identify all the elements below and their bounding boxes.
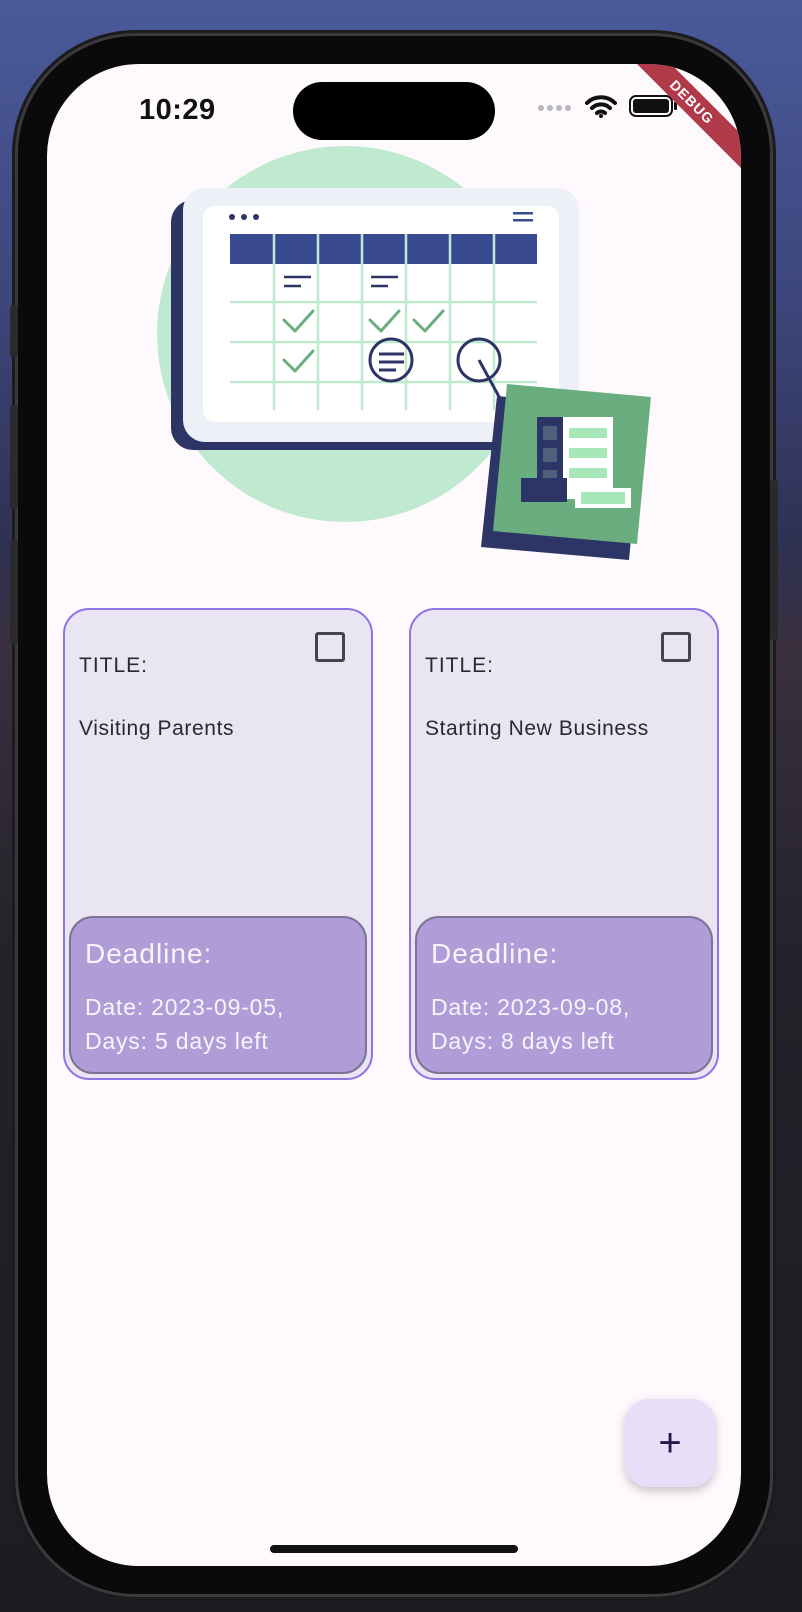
title-label: TITLE:	[79, 654, 149, 677]
task-title: Visiting Parents	[79, 717, 235, 740]
task-checkbox[interactable]	[661, 632, 691, 662]
silent-switch	[10, 305, 18, 357]
task-card[interactable]: TITLE: Starting New Business Deadline: D…	[409, 608, 719, 1080]
deadline-label: Deadline:	[85, 938, 213, 969]
plus-icon: +	[658, 1421, 682, 1465]
deadline-date: Date: 2023-09-08,	[431, 994, 631, 1020]
deadline-box: Deadline: Date: 2023-09-08, Days: 8 days…	[415, 916, 713, 1074]
home-indicator[interactable]	[270, 1545, 518, 1553]
deadline-days-left: Days: 8 days left	[431, 1028, 615, 1054]
deadline-days-left: Days: 5 days left	[85, 1028, 269, 1054]
task-grid: TITLE: Visiting Parents Deadline: Date: …	[63, 608, 723, 1080]
task-checkbox[interactable]	[315, 632, 345, 662]
app-screen: 10:29 DEBUG TITLE: Visiting Parents Dead…	[47, 64, 741, 1566]
add-task-button[interactable]: +	[625, 1399, 715, 1487]
calendar-illustration	[157, 146, 651, 560]
deadline-label: Deadline:	[431, 938, 559, 969]
volume-down-button	[10, 540, 18, 644]
power-button	[770, 480, 778, 640]
volume-up-button	[10, 405, 18, 509]
deadline-box: Deadline: Date: 2023-09-05, Days: 5 days…	[69, 916, 367, 1074]
deadline-date: Date: 2023-09-05,	[85, 994, 285, 1020]
task-title: Starting New Business	[425, 717, 649, 740]
deadline-details: Date: 2023-09-08, Days: 8 days left	[431, 990, 697, 1058]
task-card[interactable]: TITLE: Visiting Parents Deadline: Date: …	[63, 608, 373, 1080]
title-label: TITLE:	[425, 654, 495, 677]
deadline-details: Date: 2023-09-05, Days: 5 days left	[85, 990, 351, 1058]
